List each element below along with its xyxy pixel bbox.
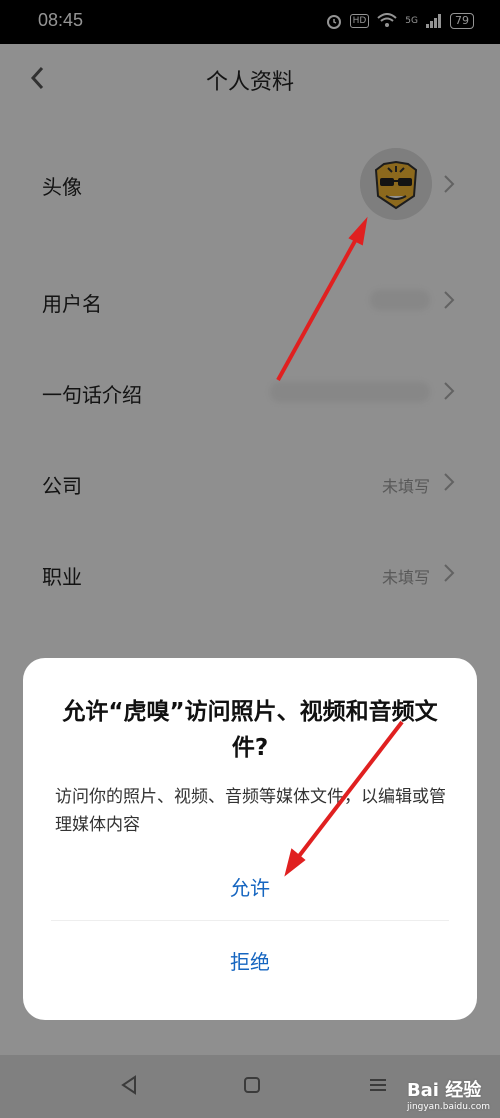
watermark: Bai 经验 jingyan.baidu.com — [407, 1076, 490, 1112]
watermark-sub: jingyan.baidu.com — [406, 1102, 490, 1112]
arrow-to-avatar — [276, 216, 368, 381]
watermark-main: Bai 经验 — [406, 1080, 482, 1101]
arrow-to-allow — [284, 720, 404, 877]
annotation-arrows — [276, 216, 404, 877]
